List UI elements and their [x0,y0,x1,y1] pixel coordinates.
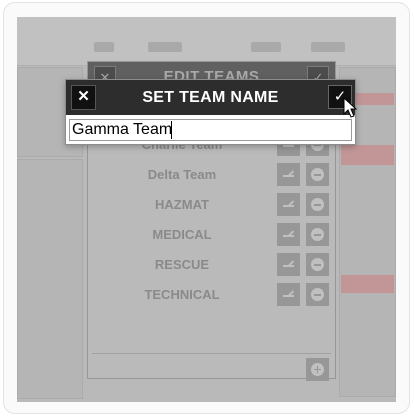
modal-overlay [17,17,396,402]
app-window: ✕ EDIT TEAMS ✓ Charlie Team Delta Team H… [17,17,396,402]
dialog-title: SET TEAM NAME [142,89,279,106]
team-name-input[interactable] [69,119,352,141]
mouse-cursor-icon [343,97,357,118]
set-team-name-dialog: ✕ SET TEAM NAME ✓ [65,79,357,145]
text-caret [171,121,172,139]
dialog-header: ✕ SET TEAM NAME ✓ [66,80,355,115]
